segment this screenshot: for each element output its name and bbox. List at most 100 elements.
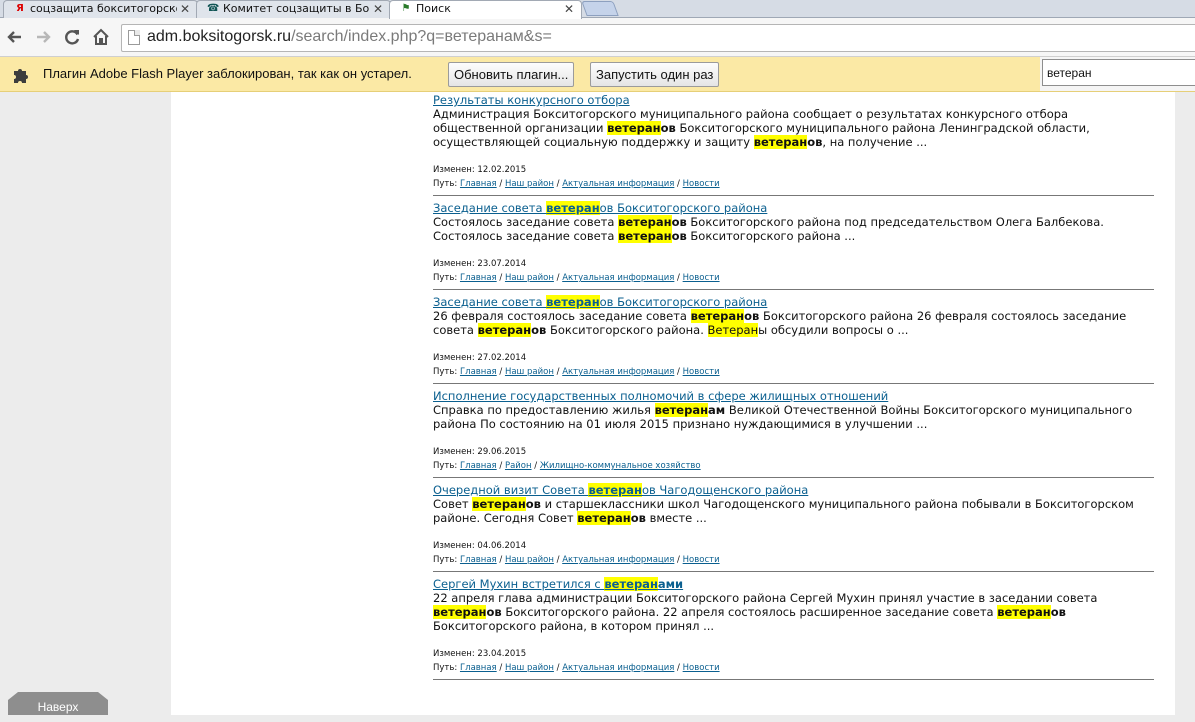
- breadcrumb-link[interactable]: Новости: [683, 367, 720, 377]
- breadcrumb-link[interactable]: Главная: [460, 461, 497, 471]
- close-icon[interactable]: ✕: [564, 1, 574, 17]
- result-modified-date: Изменен: 29.06.2015: [433, 447, 527, 457]
- breadcrumb-link[interactable]: Актуальная информация: [562, 663, 674, 673]
- text-run: ам: [708, 403, 726, 417]
- result-snippet: Совет ветеранов и старшеклассники школ Ч…: [433, 497, 1154, 525]
- result-title-link[interactable]: Заседание совета ветеранов Бокситогорско…: [433, 295, 1154, 309]
- breadcrumb-link[interactable]: Главная: [460, 367, 497, 377]
- breadcrumb-separator: /: [553, 367, 563, 377]
- tab-search[interactable]: ⚑ Поиск ✕: [389, 0, 582, 19]
- search-result: Сергей Мухин встретился с ветеранами 22 а…: [433, 577, 1154, 680]
- scroll-to-top-button[interactable]: Наверх: [8, 692, 108, 715]
- breadcrumb-link[interactable]: Наш район: [505, 663, 554, 673]
- text-run: ов Чагодощенского района: [641, 483, 809, 497]
- search-result: Результаты конкурсного отбора Администрац…: [433, 93, 1154, 196]
- address-bar[interactable]: adm.boksitogorsk.ru/search/index.php?q=в…: [121, 24, 1195, 52]
- breadcrumb-link[interactable]: Новости: [683, 663, 720, 673]
- text-run: 26 февраля состоялось заседание совета: [433, 309, 691, 323]
- text-run: вместе ...: [645, 511, 707, 525]
- breadcrumb-link[interactable]: Главная: [460, 663, 497, 673]
- text-run: ов Бокситогорского района: [599, 295, 768, 309]
- highlighted-term: ветеран: [433, 605, 487, 619]
- breadcrumb-link[interactable]: Наш район: [505, 179, 554, 189]
- result-snippet: 26 февраля состоялось заседание совета в…: [433, 309, 1154, 337]
- infobar-message: Плагин Adobe Flash Player заблокирован, …: [43, 66, 412, 81]
- breadcrumb-link[interactable]: Главная: [460, 179, 497, 189]
- phone-icon: ☎: [207, 3, 220, 14]
- close-icon[interactable]: ✕: [373, 1, 383, 17]
- text-run: ов: [807, 135, 823, 149]
- result-title-link[interactable]: Исполнение государственных полномочий в …: [433, 389, 1154, 403]
- text-run: Заседание совета: [433, 295, 547, 309]
- browser-toolbar: adm.boksitogorsk.ru/search/index.php?q=в…: [0, 18, 1195, 57]
- breadcrumb-label: Путь:: [433, 179, 460, 189]
- breadcrumb-link[interactable]: Актуальная информация: [562, 555, 674, 565]
- find-input[interactable]: [1042, 59, 1195, 86]
- result-divider: [433, 571, 1154, 572]
- page-viewport: Результаты конкурсного отбора Администрац…: [0, 92, 1195, 715]
- text-run: ов: [486, 605, 502, 619]
- text-run: ов: [744, 309, 760, 323]
- search-result: Исполнение государственных полномочий в …: [433, 389, 1154, 478]
- breadcrumb-label: Путь:: [433, 461, 460, 471]
- tab-strip: Я соцзащита бокситогорског ✕ ☎ Комитет с…: [0, 0, 1195, 19]
- forward-arrow-icon[interactable]: [32, 26, 54, 48]
- breadcrumb-separator: /: [496, 663, 505, 673]
- result-modified-date: Изменен: 12.02.2015: [433, 165, 527, 175]
- new-tab-button[interactable]: [581, 1, 619, 16]
- result-breadcrumb: Путь: Главная / Наш район / Актуальная и…: [433, 661, 1154, 675]
- text-run: Справка по предоставлению жилья: [433, 403, 655, 417]
- result-title-link[interactable]: Результаты конкурсного отбора: [433, 93, 1154, 107]
- highlighted-term: ветеран: [577, 511, 631, 525]
- highlighted-term: ветеран: [654, 403, 709, 417]
- highlighted-term: ветеран: [588, 483, 642, 497]
- breadcrumb-separator: /: [496, 461, 505, 471]
- breadcrumb-link[interactable]: Новости: [683, 555, 720, 565]
- home-icon[interactable]: [90, 26, 112, 48]
- breadcrumb-link[interactable]: Жилищно-коммунальное хозяйство: [540, 461, 701, 471]
- result-snippet: Состоялось заседание совета ветеранов Бо…: [433, 215, 1154, 243]
- result-breadcrumb: Путь: Главная / Район / Жилищно-коммунал…: [433, 459, 1154, 473]
- breadcrumb-link[interactable]: Наш район: [505, 273, 554, 283]
- close-icon[interactable]: ✕: [180, 1, 190, 17]
- breadcrumb-link[interactable]: Новости: [683, 273, 720, 283]
- run-once-button[interactable]: Запустить один раз: [590, 62, 720, 87]
- search-result: Очередной визит Совета ветеранов Чагодощ…: [433, 483, 1154, 572]
- breadcrumb-link[interactable]: Район: [505, 461, 532, 471]
- text-run: ов: [1050, 605, 1066, 619]
- result-snippet: Администрация Бокситогорского муниципаль…: [433, 107, 1154, 149]
- result-title-link[interactable]: Сергей Мухин встретился с ветеранами: [433, 577, 1154, 591]
- search-result: Заседание совета ветеранов Бокситогорско…: [433, 201, 1154, 290]
- breadcrumb-link[interactable]: Актуальная информация: [562, 179, 674, 189]
- breadcrumb-label: Путь:: [433, 367, 460, 377]
- breadcrumb-link[interactable]: Актуальная информация: [562, 367, 674, 377]
- breadcrumb-link[interactable]: Главная: [460, 555, 497, 565]
- result-modified-date: Изменен: 23.04.2015: [433, 649, 527, 659]
- url-host: adm.boksitogorsk.ru: [147, 28, 292, 45]
- highlighted-term: ветеран: [753, 135, 808, 149]
- url-path: /search/index.php?q=ветеранам&s=: [291, 28, 552, 45]
- breadcrumb-link[interactable]: Новости: [683, 179, 720, 189]
- update-plugin-button[interactable]: Обновить плагин...: [448, 62, 575, 87]
- breadcrumb-link[interactable]: Наш район: [505, 367, 554, 377]
- text-run: ы обсудили вопросы о ...: [758, 323, 909, 337]
- back-arrow-icon[interactable]: [4, 26, 26, 48]
- reload-icon[interactable]: [61, 26, 83, 48]
- result-title-link[interactable]: Очередной визит Совета ветеранов Чагодощ…: [433, 483, 1154, 497]
- breadcrumb-separator: /: [674, 273, 683, 283]
- breadcrumb-separator: /: [553, 179, 563, 189]
- breadcrumb-link[interactable]: Главная: [460, 273, 497, 283]
- result-title-link[interactable]: Заседание совета ветеранов Бокситогорско…: [433, 201, 1154, 215]
- result-snippet: Справка по предоставлению жилья ветерана…: [433, 403, 1154, 431]
- highlighted-term: ветеран: [546, 201, 600, 215]
- text-run: Бокситогорского района ...: [686, 229, 856, 243]
- breadcrumb-separator: /: [674, 367, 683, 377]
- tab-committee[interactable]: ☎ Комитет соцзащиты в Бокс ✕: [196, 0, 391, 18]
- tab-yandex[interactable]: Я соцзащита бокситогорског ✕: [3, 0, 198, 18]
- breadcrumb-link[interactable]: Наш район: [505, 555, 554, 565]
- url-text[interactable]: adm.boksitogorsk.ru/search/index.php?q=в…: [147, 28, 552, 46]
- text-run: ов: [525, 497, 541, 511]
- highlighted-term: ветеран: [472, 497, 526, 511]
- text-run: ов Бокситогорского района: [599, 201, 768, 215]
- breadcrumb-link[interactable]: Актуальная информация: [562, 273, 674, 283]
